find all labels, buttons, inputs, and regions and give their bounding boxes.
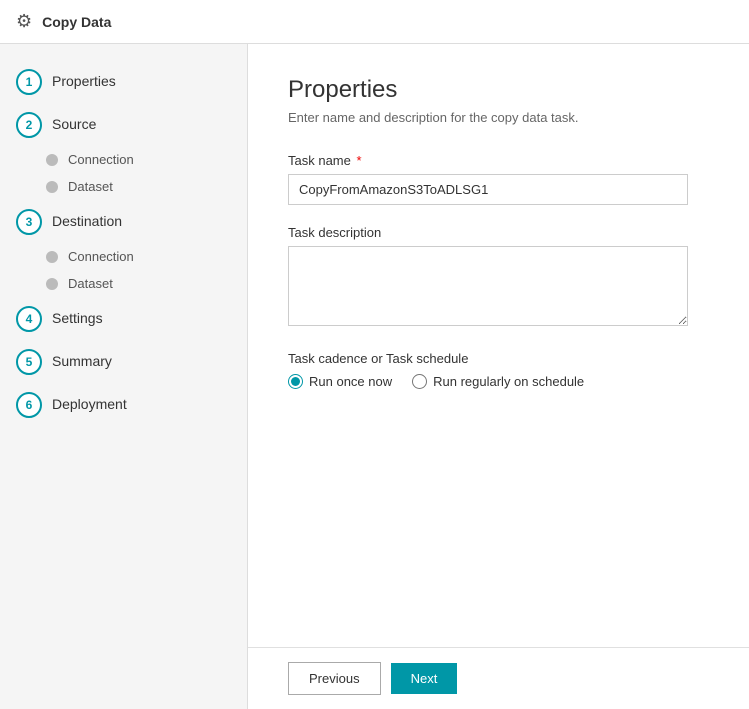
task-description-group: Task description xyxy=(288,225,709,331)
destination-connection-label: Connection xyxy=(68,249,134,264)
task-cadence-group: Task cadence or Task schedule Run once n… xyxy=(288,351,709,389)
step-circle-2: 2 xyxy=(16,112,42,138)
task-name-input[interactable] xyxy=(288,174,688,205)
source-sub-items: Connection Dataset xyxy=(0,146,247,200)
source-dataset-dot xyxy=(46,181,58,193)
source-connection-item[interactable]: Connection xyxy=(46,146,247,173)
destination-connection-dot xyxy=(46,251,58,263)
source-connection-label: Connection xyxy=(68,152,134,167)
sidebar-label-summary: Summary xyxy=(52,348,112,374)
radio-run-schedule-label: Run regularly on schedule xyxy=(433,374,584,389)
sidebar-item-destination[interactable]: 3 Destination xyxy=(0,200,247,243)
sidebar-label-source: Source xyxy=(52,111,96,137)
content-inner: Properties Enter name and description fo… xyxy=(248,44,749,647)
next-button[interactable]: Next xyxy=(391,663,458,694)
step-circle-4: 4 xyxy=(16,306,42,332)
sidebar-item-source[interactable]: 2 Source xyxy=(0,103,247,146)
page-subtitle: Enter name and description for the copy … xyxy=(288,110,709,125)
destination-dataset-label: Dataset xyxy=(68,276,113,291)
sidebar-item-properties[interactable]: 1 Properties xyxy=(0,60,247,103)
required-star: * xyxy=(357,153,362,168)
radio-run-once-input[interactable] xyxy=(288,374,303,389)
radio-run-once-label: Run once now xyxy=(309,374,392,389)
task-description-input[interactable] xyxy=(288,246,688,326)
step-circle-1: 1 xyxy=(16,69,42,95)
radio-run-schedule-input[interactable] xyxy=(412,374,427,389)
previous-button[interactable]: Previous xyxy=(288,662,381,695)
sidebar: 1 Properties 2 Source Connection Dataset xyxy=(0,44,248,709)
task-description-label: Task description xyxy=(288,225,709,240)
task-name-label: Task name * xyxy=(288,153,709,168)
task-name-group: Task name * xyxy=(288,153,709,205)
content-area: Properties Enter name and description fo… xyxy=(248,44,749,709)
task-cadence-label: Task cadence or Task schedule xyxy=(288,351,709,366)
top-bar: ⚙ Copy Data xyxy=(0,0,749,44)
copy-data-icon: ⚙ xyxy=(16,11,32,32)
content-footer: Previous Next xyxy=(248,647,749,709)
app-title: Copy Data xyxy=(42,14,111,30)
destination-dataset-item[interactable]: Dataset xyxy=(46,270,247,297)
radio-run-once[interactable]: Run once now xyxy=(288,374,392,389)
main-layout: 1 Properties 2 Source Connection Dataset xyxy=(0,44,749,709)
page-title: Properties xyxy=(288,76,709,104)
step-circle-5: 5 xyxy=(16,349,42,375)
sidebar-label-properties: Properties xyxy=(52,68,116,94)
radio-run-schedule[interactable]: Run regularly on schedule xyxy=(412,374,584,389)
source-dataset-item[interactable]: Dataset xyxy=(46,173,247,200)
sidebar-item-summary[interactable]: 5 Summary xyxy=(0,340,247,383)
destination-dataset-dot xyxy=(46,278,58,290)
destination-sub-items: Connection Dataset xyxy=(0,243,247,297)
sidebar-label-destination: Destination xyxy=(52,208,122,234)
sidebar-item-deployment[interactable]: 6 Deployment xyxy=(0,383,247,426)
step-circle-3: 3 xyxy=(16,209,42,235)
sidebar-label-deployment: Deployment xyxy=(52,391,127,417)
radio-options: Run once now Run regularly on schedule xyxy=(288,374,709,389)
source-connection-dot xyxy=(46,154,58,166)
destination-connection-item[interactable]: Connection xyxy=(46,243,247,270)
source-dataset-label: Dataset xyxy=(68,179,113,194)
sidebar-item-settings[interactable]: 4 Settings xyxy=(0,297,247,340)
step-circle-6: 6 xyxy=(16,392,42,418)
sidebar-label-settings: Settings xyxy=(52,305,103,331)
